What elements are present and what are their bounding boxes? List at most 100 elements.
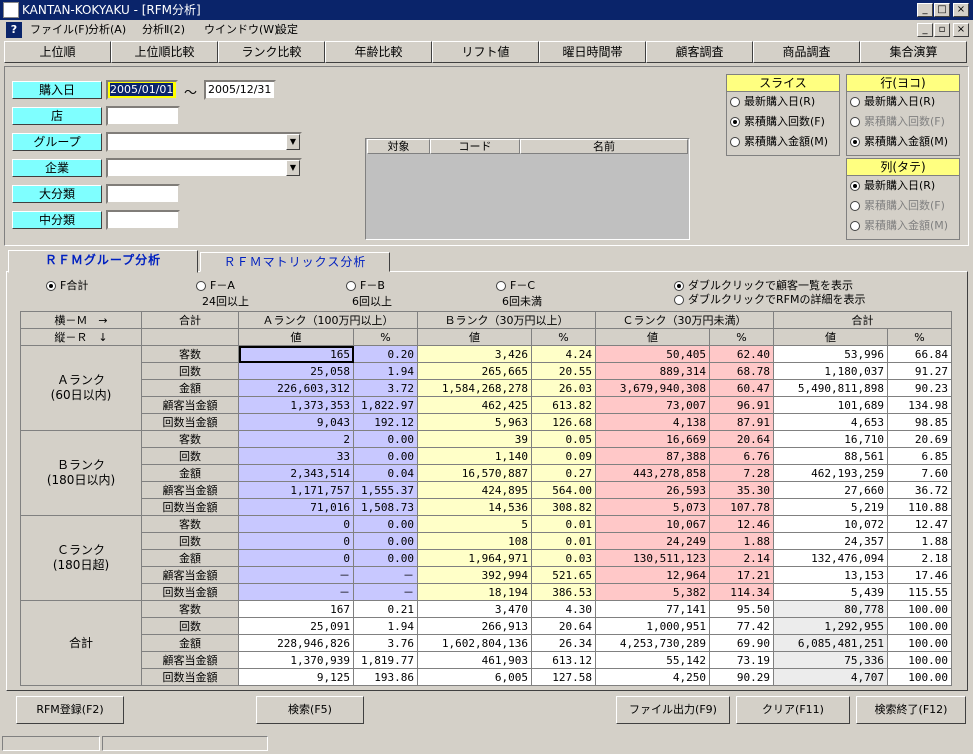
cell-value[interactable]: 73,007 (595, 396, 710, 414)
cell-value[interactable]: 1,602,804,136 (417, 634, 532, 652)
cell-value[interactable]: 12.46 (709, 515, 774, 533)
cell-value[interactable]: 87.91 (709, 413, 774, 431)
freq-opt-total[interactable]: F合計 (46, 276, 88, 296)
radio-icon[interactable] (496, 281, 506, 291)
group-select[interactable]: ▼ (106, 132, 302, 152)
cell-value[interactable]: 226,603,312 (238, 379, 354, 397)
cell-value[interactable]: 1.94 (353, 362, 418, 380)
menu-window[interactable]: ウインドウ(W) (204, 20, 278, 40)
table-row[interactable]: 金額 0 0.00 1,964,971 0.03 130,511,123 2.14 132,4… (21, 549, 952, 567)
cell-value[interactable]: 71,016 (238, 498, 354, 516)
cell-value[interactable]: 0.04 (353, 464, 418, 482)
cell-value[interactable]: 12,964 (595, 566, 710, 584)
cell-value[interactable]: 1,964,971 (417, 549, 532, 567)
cell-value[interactable]: 96.91 (709, 396, 774, 414)
cell-value[interactable]: 889,314 (595, 362, 710, 380)
radio-icon[interactable] (850, 201, 860, 211)
chevron-down-icon[interactable]: ▼ (286, 134, 300, 150)
cell-value[interactable]: 3,470 (417, 600, 532, 618)
cell-value[interactable]: 6,085,481,251 (773, 634, 888, 652)
cell-value[interactable]: 308.82 (531, 498, 596, 516)
cell-value[interactable]: 0.01 (531, 532, 596, 550)
mdi-close-button[interactable]: × (953, 23, 969, 37)
cell-value[interactable]: 95.50 (709, 600, 774, 618)
mdi-minimize-button[interactable]: _ (917, 23, 933, 37)
nav-customer-survey[interactable]: 顧客調査 (646, 41, 753, 63)
cell-value[interactable]: 167 (238, 600, 354, 618)
cell-value[interactable]: 1,822.97 (353, 396, 418, 414)
cell-value[interactable]: 4,138 (595, 413, 710, 431)
table-row[interactable]: 合計 客数 167 0.21 3,470 4.30 77,141 95.50 80,778 100… (20, 600, 952, 686)
radio-icon[interactable] (730, 97, 740, 107)
cell-value[interactable]: 3,679,940,308 (595, 379, 710, 397)
cell-value[interactable]: 55,142 (595, 651, 710, 669)
radio-icon[interactable] (346, 281, 356, 291)
rfm-grid[interactable]: 横－Ｍ → 合計 Ａランク（100万円以上） Ｂランク（30万円以上） Ｃランク（30万… (20, 311, 952, 686)
cell-value[interactable]: 20.55 (531, 362, 596, 380)
cell-value[interactable]: 0.00 (353, 430, 418, 448)
cell-value[interactable]: 5,963 (417, 413, 532, 431)
cell-value[interactable]: 2.14 (709, 549, 774, 567)
cell-value[interactable]: 18,194 (417, 583, 532, 601)
chevron-down-icon[interactable]: ▼ (286, 160, 300, 176)
date-from-input[interactable]: 2005/01/01 (106, 80, 178, 100)
cell-value[interactable]: 77.42 (709, 617, 774, 635)
cell-value[interactable]: － (238, 566, 354, 584)
cell-value[interactable]: 108 (417, 532, 532, 550)
list-header-code[interactable]: コード (430, 139, 520, 154)
radio-icon[interactable] (850, 117, 860, 127)
radio-icon[interactable] (46, 281, 56, 291)
cell-value[interactable]: 5,219 (773, 498, 888, 516)
cell-value[interactable]: 115.55 (887, 583, 952, 601)
radio-icon[interactable] (196, 281, 206, 291)
cell-value[interactable]: 126.68 (531, 413, 596, 431)
cell-value[interactable]: 5 (417, 515, 532, 533)
mdi-restore-button[interactable]: ▫ (934, 23, 950, 37)
clear-button[interactable]: クリア(F11) (736, 696, 850, 724)
cell-value[interactable]: 20.69 (887, 430, 952, 448)
close-button[interactable]: × (953, 3, 969, 17)
table-row[interactable]: 顧客当金額 1,171,757 1,555.37 424,895 564.00 26,59… (21, 481, 952, 499)
cell-value[interactable]: 24,249 (595, 532, 710, 550)
cell-value[interactable]: 25,091 (238, 617, 354, 635)
cell-value[interactable]: 12.47 (887, 515, 952, 533)
cell-value[interactable]: 4,653 (773, 413, 888, 431)
slice-opt-m[interactable]: 累積購入金額(M) (727, 132, 839, 152)
table-row[interactable]: Ｃランク (180日超) 客数 0 0.00 5 0.01 10,067 12.46 10,07… (20, 515, 952, 601)
medium-category-input[interactable] (106, 210, 180, 230)
menu-analysis[interactable]: 分析(A) (88, 20, 126, 40)
radio-icon[interactable] (730, 117, 740, 127)
cell-value[interactable]: 0 (238, 549, 354, 567)
table-row[interactable]: 回数当金額 9,125 193.86 6,005 127.58 4,250 90.29 4,7… (21, 668, 952, 686)
minimize-button[interactable]: _ (917, 3, 933, 17)
radio-icon[interactable] (674, 295, 684, 305)
table-row[interactable]: 顧客当金額 1,370,939 1,819.77 461,903 613.12 55,14… (21, 651, 952, 669)
table-row[interactable]: 金額 2,343,514 0.04 16,570,887 0.27 443,278,858… (21, 464, 952, 482)
cell-value[interactable]: 1,140 (417, 447, 532, 465)
cell-value[interactable]: 1,180,037 (773, 362, 888, 380)
cell-value[interactable]: 16,669 (595, 430, 710, 448)
export-button[interactable]: ファイル出力(F9) (616, 696, 730, 724)
table-row[interactable]: 金額 226,603,312 3.72 1,584,268,278 26.03 3,679… (21, 379, 952, 397)
cell-value[interactable]: 1,584,268,278 (417, 379, 532, 397)
cell-value[interactable]: 6.76 (709, 447, 774, 465)
table-row[interactable]: 回数 25,091 1.94 266,913 20.64 1,000,951 77.42 1,… (21, 617, 952, 635)
cell-value[interactable]: 4.30 (531, 600, 596, 618)
cell-value[interactable]: 24,357 (773, 532, 888, 550)
table-row[interactable]: 金額 228,946,826 3.76 1,602,804,136 26.34 4,253… (21, 634, 952, 652)
cell-value[interactable]: 1,819.77 (353, 651, 418, 669)
cell-value[interactable]: 1,508.73 (353, 498, 418, 516)
cell-value[interactable]: 50,405 (595, 345, 710, 363)
cell-value[interactable]: 134.98 (887, 396, 952, 414)
table-row[interactable]: 顧客当金額－－ 392,994 521.65 12,964 17.21 13,153 17.… (21, 566, 952, 584)
radio-icon[interactable] (850, 137, 860, 147)
dbl-opt-detail[interactable]: ダブルクリックでRFMの詳細を表示 (674, 290, 865, 310)
cell-value[interactable]: － (353, 583, 418, 601)
cell-value[interactable]: 26.03 (531, 379, 596, 397)
exit-search-button[interactable]: 検索終了(F12) (856, 696, 966, 724)
menu-file[interactable]: ファイル(F) (30, 20, 89, 40)
cell-value[interactable]: 9,043 (238, 413, 354, 431)
table-row[interactable]: 回数当金額 71,016 1,508.73 14,536 308.82 5,073 107.… (21, 498, 952, 516)
cell-value[interactable]: 127.58 (531, 668, 596, 686)
cell-value[interactable]: 1,000,951 (595, 617, 710, 635)
